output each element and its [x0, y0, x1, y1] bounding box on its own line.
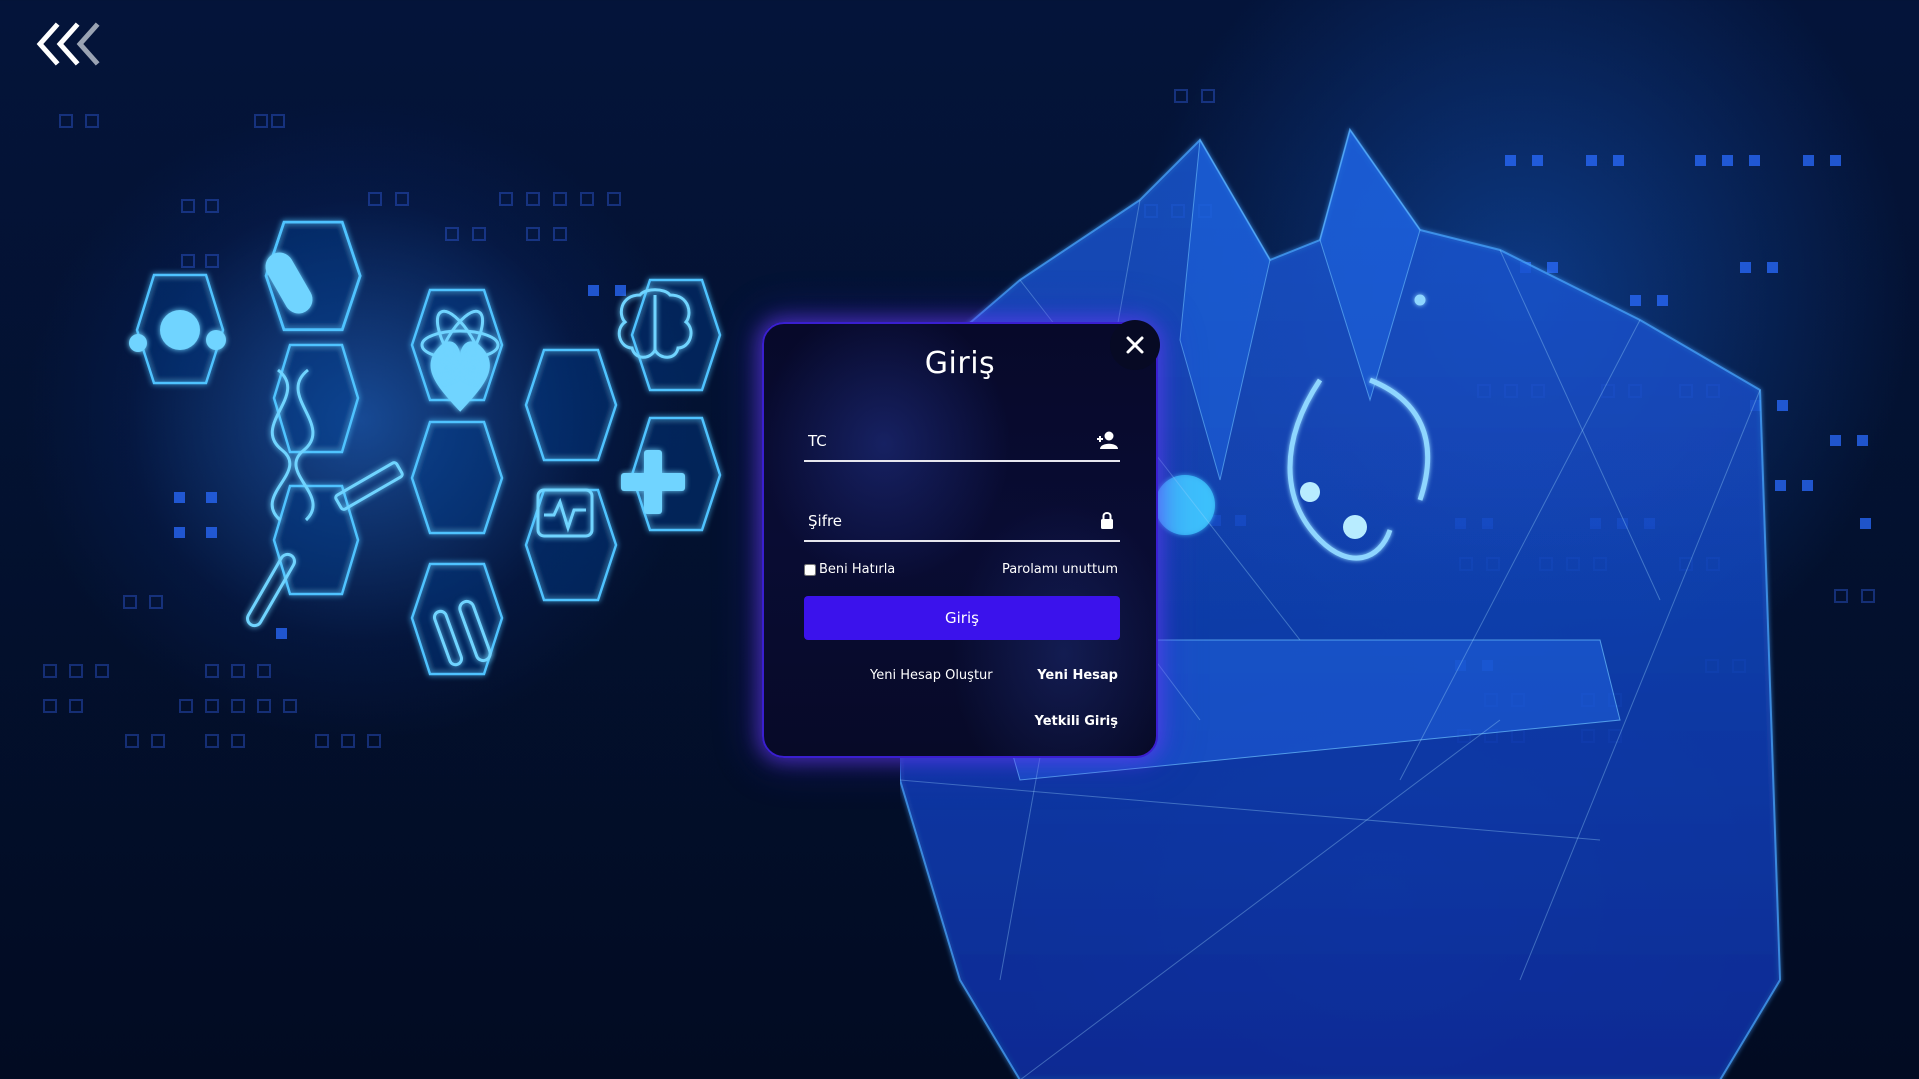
remember-label: Beni Hatırla: [819, 562, 896, 577]
login-modal: Giriş Beni Hatırla Parolamı unuttum Giri…: [762, 320, 1160, 758]
login-button[interactable]: Giriş: [804, 596, 1120, 640]
new-account-link[interactable]: Yeni Hesap: [1037, 668, 1118, 683]
login-title: Giriş: [924, 346, 996, 381]
remember-checkbox[interactable]: [804, 563, 816, 576]
user-add-icon: [1097, 431, 1118, 449]
remember-me[interactable]: Beni Hatırla: [804, 562, 895, 577]
lock-icon: [1101, 512, 1113, 529]
staff-login-link[interactable]: Yetkili Giriş: [1034, 714, 1118, 729]
create-account-link[interactable]: Yeni Hesap Oluştur: [870, 668, 993, 683]
triple-chevron-left-icon: [36, 22, 100, 66]
forgot-password-link[interactable]: Parolamı unuttum: [1002, 562, 1118, 577]
password-field: [804, 498, 1120, 542]
tc-field: [804, 418, 1120, 462]
password-input[interactable]: [808, 506, 1078, 536]
back-button[interactable]: [36, 22, 116, 70]
medical-hex-icons: [129, 220, 722, 676]
tc-input[interactable]: [808, 426, 1078, 456]
